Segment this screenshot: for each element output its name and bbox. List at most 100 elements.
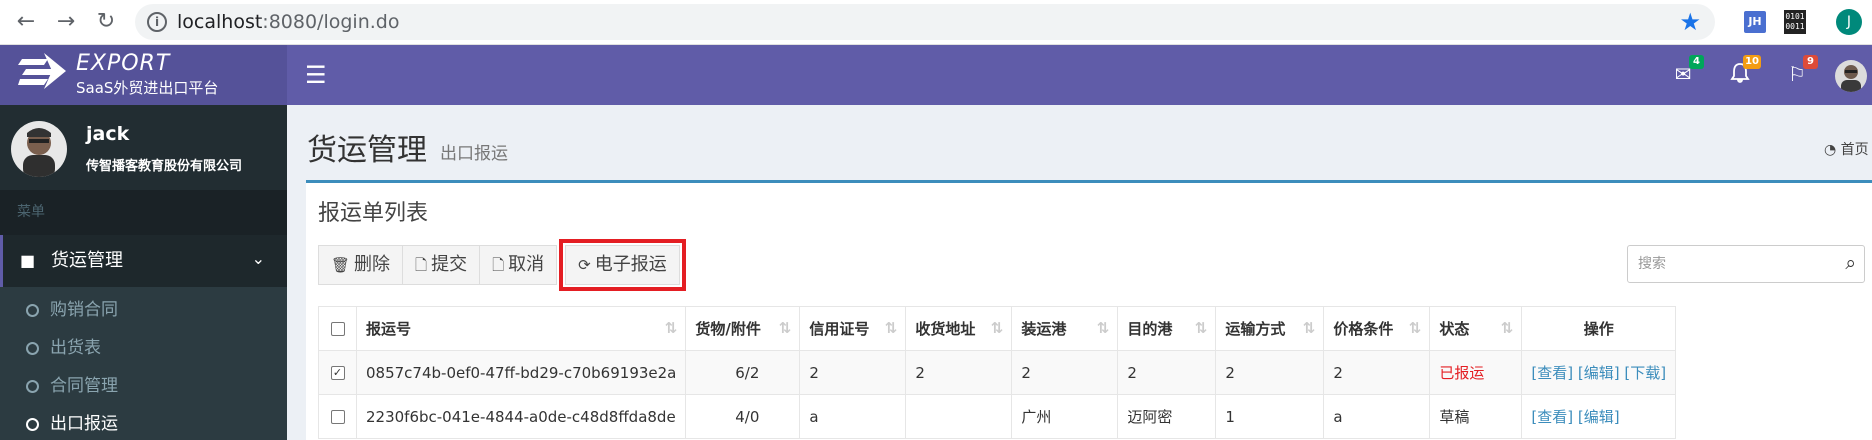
sidebar-item-label: 货运管理 [51, 250, 123, 271]
toolbar: 🗑 删除 🗋 提交 🗋 取消 ⟳ 电子报运 [318, 239, 686, 291]
refresh-icon: ⟳ [578, 256, 591, 274]
sidebar-item-shipment[interactable]: 出货表 [0, 329, 287, 367]
box-title: 报运单列表 [318, 201, 429, 226]
sort-icon[interactable]: ⇅ [779, 319, 792, 337]
user-company: 传智播客教育股份有限公司 [86, 159, 243, 174]
view-link[interactable]: [查看] [1531, 408, 1573, 426]
electronic-shipping-button[interactable]: ⟳ 电子报运 [559, 239, 686, 291]
user-avatar[interactable] [1835, 60, 1867, 92]
edit-link[interactable]: [编辑] [1578, 364, 1620, 382]
sidebar-item-shipping[interactable]: ■ 货运管理 ⌄ [0, 235, 287, 287]
cell-dest-port: 迈阿密 [1117, 394, 1217, 439]
sort-icon[interactable]: ⇅ [991, 319, 1004, 337]
cube-icon: ■ [20, 251, 36, 270]
sidebar-toggle-icon[interactable]: ☰ [305, 61, 327, 89]
column-header[interactable]: 装运港 ⇅ [1011, 306, 1119, 351]
cell-actions: [查看] [编辑] [1521, 394, 1677, 439]
sort-icon[interactable]: ⇅ [885, 319, 898, 337]
view-link[interactable]: [查看] [1531, 364, 1573, 382]
file-icon: 🗋 [415, 256, 428, 274]
back-arrow-icon[interactable]: ← [12, 8, 40, 36]
sort-icon[interactable]: ⇅ [1097, 319, 1110, 337]
extension-binary-icon[interactable]: 0101 0011 [1784, 10, 1806, 34]
table-row: 2230f6bc-041e-4844-a0de-c48d8ffda8de 4/0… [318, 394, 1677, 439]
address-bar[interactable]: i localhost:8080/login.do ★ [135, 4, 1715, 40]
logo-arrow-icon [18, 53, 66, 89]
cell-address: 2 [905, 350, 1013, 395]
table-header: 报运号 ⇅ 货物/附件 ⇅ 信用证号 ⇅ 收货地址 ⇅ 装运港 ⇅ 目的港 ⇅ 运输方式 ⇅ … [318, 306, 1677, 351]
column-header[interactable]: 目的港 ⇅ [1117, 306, 1217, 351]
edit-link[interactable]: [编辑] [1578, 408, 1620, 426]
reload-icon[interactable]: ↻ [92, 8, 120, 36]
trash-icon: 🗑 [331, 256, 351, 274]
sort-icon[interactable]: ⇅ [665, 319, 678, 337]
delete-button[interactable]: 🗑 删除 [318, 245, 404, 285]
cell-id: 2230f6bc-041e-4844-a0de-c48d8ffda8de [355, 394, 687, 439]
column-header[interactable]: 报运号 ⇅ [355, 306, 687, 351]
mail-icon[interactable]: ✉ 4 [1670, 55, 1704, 88]
profile-avatar[interactable]: J [1836, 9, 1862, 35]
sidebar-item-purchase-contract[interactable]: 购销合同 [0, 291, 287, 329]
column-header[interactable]: 信用证号 ⇅ [799, 306, 907, 351]
column-header[interactable]: 货物/附件 ⇅ [685, 306, 801, 351]
submit-button[interactable]: 🗋 提交 [402, 245, 481, 285]
cell-price: a [1323, 394, 1431, 439]
search-input[interactable] [1638, 254, 1818, 274]
cell-ship-port: 2 [1011, 350, 1119, 395]
forward-arrow-icon[interactable]: → [52, 8, 80, 36]
column-header[interactable]: 运输方式 ⇅ [1215, 306, 1325, 351]
url-text[interactable]: localhost:8080/login.do [177, 11, 399, 33]
cell-lc: 2 [799, 350, 907, 395]
content-header: 货运管理 出口报运 ◔ 首页 [287, 105, 1872, 180]
column-header[interactable]: 收货地址 ⇅ [905, 306, 1013, 351]
cell-transport: 2 [1215, 350, 1325, 395]
sidebar-submenu: 购销合同 出货表 合同管理 出口报运 [0, 287, 287, 440]
breadcrumb[interactable]: ◔ 首页 [1824, 139, 1869, 159]
cancel-button[interactable]: 🗋 取消 [479, 245, 558, 285]
mail-badge: 4 [1689, 55, 1704, 69]
user-name: jack [86, 123, 130, 145]
info-icon[interactable]: i [147, 12, 167, 32]
sort-icon[interactable]: ⇅ [1409, 319, 1422, 337]
sidebar-item-label: 出口报运 [50, 414, 118, 434]
sidebar-item-export-declaration[interactable]: 出口报运 [0, 405, 287, 440]
sort-icon[interactable]: ⇅ [1303, 319, 1316, 337]
select-all-checkbox[interactable] [330, 322, 345, 336]
cell-ship-port: 广州 [1011, 394, 1119, 439]
sort-icon[interactable]: ⇅ [1195, 319, 1208, 337]
chevron-down-icon: ⌄ [251, 249, 265, 268]
sidebar-section-header: 菜单 [0, 190, 287, 235]
cell-price: 2 [1323, 350, 1431, 395]
download-link[interactable]: [下载] [1624, 364, 1666, 382]
sidebar: jack 传智播客教育股份有限公司 菜单 ■ 货运管理 ⌄ 购销合同 出货表 合… [0, 105, 287, 440]
cell-status: 草稿 [1429, 394, 1523, 439]
dashboard-icon: ◔ [1824, 142, 1837, 158]
flag-icon[interactable]: ⚐ 9 [1784, 55, 1818, 88]
cell-id: 0857c74b-0ef0-47ff-bd29-c70b69193e2a [355, 350, 687, 395]
bell-icon[interactable]: 10 [1727, 55, 1761, 88]
column-header[interactable]: 状态 ⇅ [1429, 306, 1523, 351]
circle-icon [26, 418, 39, 431]
column-header: 操作 [1521, 306, 1677, 351]
search-icon[interactable]: ⌕ [1845, 252, 1856, 274]
top-navbar: ☰ ✉ 4 10 ⚐ 9 [287, 45, 1872, 105]
circle-icon [26, 304, 39, 317]
logo[interactable]: EXPORT SaaS外贸进出口平台 [0, 45, 287, 105]
column-header[interactable]: 价格条件 ⇅ [1323, 306, 1431, 351]
sidebar-item-label: 合同管理 [50, 376, 118, 396]
row-select-cell [318, 394, 357, 439]
logo-subtitle: SaaS外贸进出口平台 [76, 79, 219, 97]
bookmark-star-icon[interactable]: ★ [1679, 8, 1701, 36]
page-title: 货运管理 [307, 133, 427, 168]
breadcrumb-home[interactable]: 首页 [1841, 142, 1869, 158]
browser-toolbar: ← → ↻ i localhost:8080/login.do ★ JH 010… [0, 0, 1872, 45]
table-row: ✓ 0857c74b-0ef0-47ff-bd29-c70b69193e2a 6… [318, 350, 1677, 395]
sidebar-item-label: 出货表 [50, 338, 101, 358]
row-checkbox[interactable] [330, 410, 345, 424]
row-checkbox[interactable]: ✓ [330, 366, 345, 380]
sidebar-item-contract-management[interactable]: 合同管理 [0, 367, 287, 405]
sort-icon[interactable]: ⇅ [1501, 319, 1514, 337]
extension-jh-icon[interactable]: JH [1744, 11, 1766, 33]
cell-actions: [查看] [编辑] [下载] [1521, 350, 1677, 395]
cell-status: 已报运 [1429, 350, 1523, 395]
